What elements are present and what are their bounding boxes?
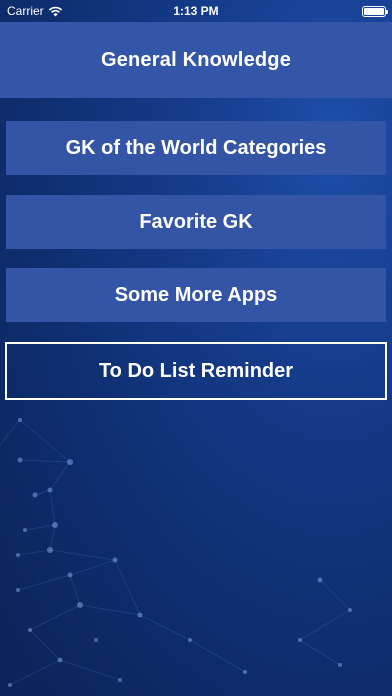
status-bar: Carrier 1:13 PM	[0, 0, 392, 22]
todo-list-reminder-button[interactable]: To Do List Reminder	[5, 342, 387, 400]
gk-world-categories-button[interactable]: GK of the World Categories	[6, 121, 386, 175]
battery-icon	[362, 5, 388, 17]
favorite-gk-button[interactable]: Favorite GK	[6, 195, 386, 249]
status-time: 1:13 PM	[173, 4, 219, 18]
page-title: General Knowledge	[100, 48, 292, 71]
app-header: General Knowledge	[0, 22, 392, 98]
more-apps-button[interactable]: Some More Apps	[6, 268, 386, 322]
